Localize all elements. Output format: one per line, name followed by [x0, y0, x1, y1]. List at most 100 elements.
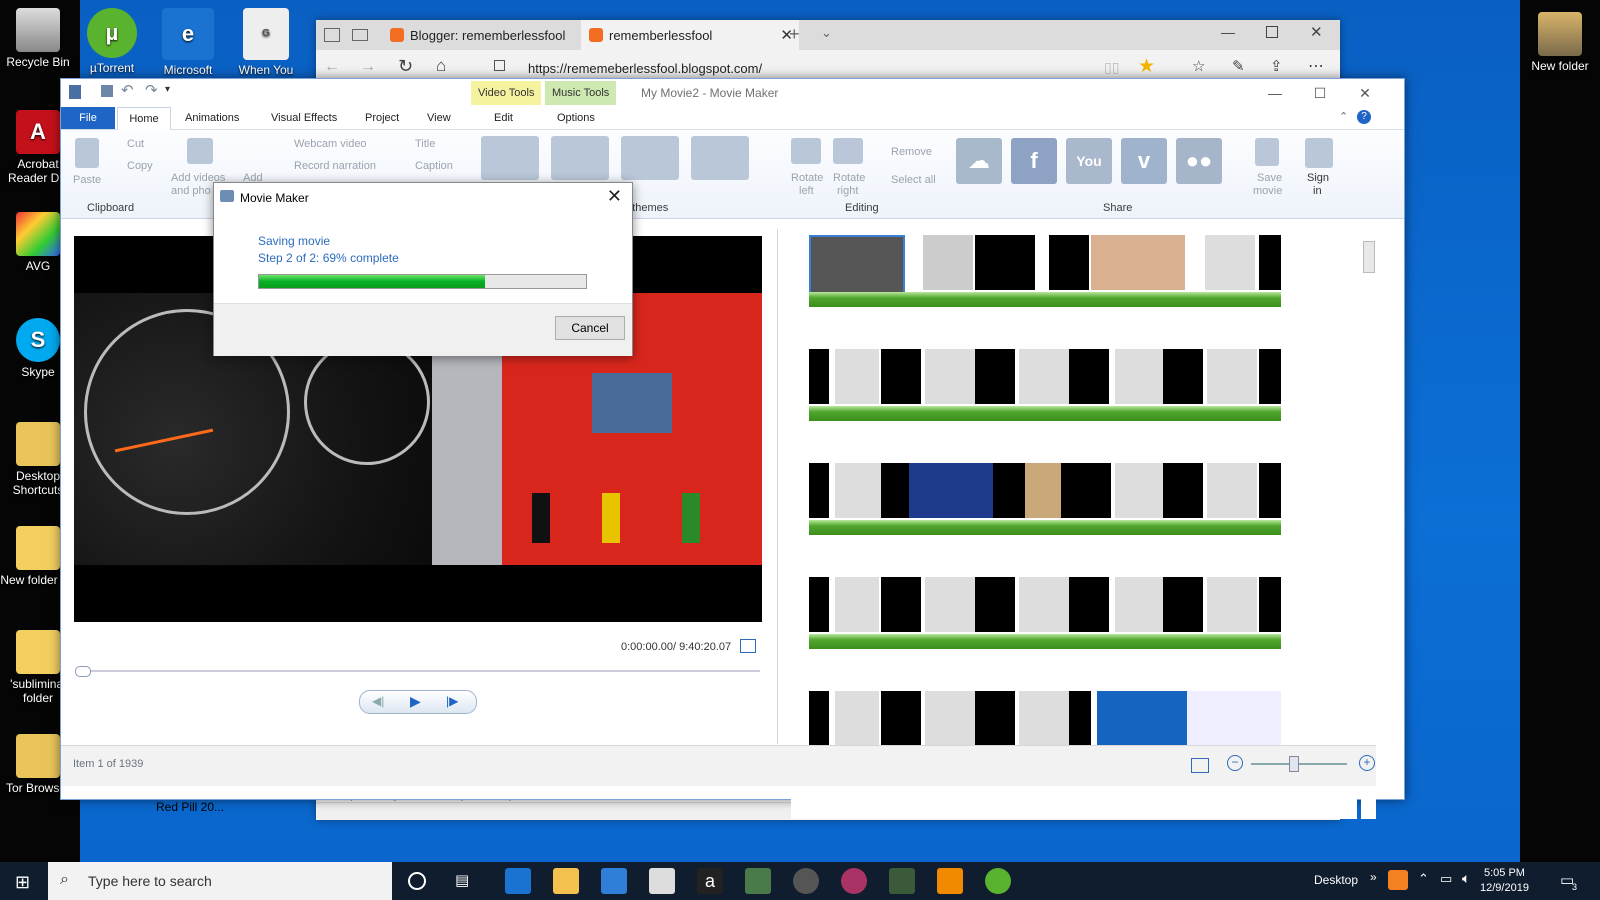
tab-options[interactable]: Options: [557, 107, 595, 129]
clip-thumbnail[interactable]: [881, 691, 921, 746]
clip-thumbnail[interactable]: [925, 349, 975, 404]
clip-thumbnail[interactable]: [1097, 691, 1187, 746]
clip-thumbnail[interactable]: [809, 691, 829, 746]
store-icon[interactable]: [601, 868, 627, 894]
storyboard[interactable]: [791, 229, 1357, 819]
movie-maker-taskbar-icon[interactable]: [889, 868, 915, 894]
theme-thumb-4[interactable]: [691, 136, 749, 180]
paste-icon[interactable]: [75, 138, 99, 168]
help-icon[interactable]: ?: [1357, 110, 1371, 124]
remove-button[interactable]: Remove: [891, 146, 932, 158]
tab-home[interactable]: Home: [117, 107, 171, 130]
storyboard-scrollbar[interactable]: [1361, 229, 1376, 819]
zoom-slider-thumb[interactable]: [1289, 756, 1299, 772]
clip-thumbnail[interactable]: [1207, 577, 1257, 632]
clip-thumbnail[interactable]: [1163, 577, 1203, 632]
select-all-button[interactable]: Select all: [891, 174, 936, 186]
clip-thumbnail[interactable]: [835, 349, 879, 404]
clip-thumbnail[interactable]: [975, 577, 1015, 632]
clip-thumbnail[interactable]: [1115, 463, 1163, 518]
save-icon[interactable]: [101, 85, 113, 97]
maximize-icon[interactable]: [1266, 26, 1278, 38]
theme-thumb-3[interactable]: [621, 136, 679, 180]
tab-rememberlessfool[interactable]: rememberlessfool ✕: [581, 20, 799, 50]
clip-thumbnail[interactable]: [809, 349, 829, 404]
quick-access-dropdown-icon[interactable]: ▾: [165, 84, 170, 95]
desktop-icon-new-folder[interactable]: New folder: [1522, 12, 1598, 73]
clip-thumbnail[interactable]: [1259, 463, 1281, 518]
rotate-right-button[interactable]: Rotate: [833, 172, 865, 184]
rotate-right-icon[interactable]: [833, 138, 863, 164]
clip-thumbnail[interactable]: [1259, 235, 1281, 290]
clip-thumbnail[interactable]: [881, 463, 909, 518]
scroll-thumb[interactable]: [1363, 241, 1375, 273]
back-icon[interactable]: ←: [324, 58, 340, 76]
webcam-app-icon[interactable]: [793, 868, 819, 894]
next-frame-icon[interactable]: |▶: [446, 694, 458, 708]
video-tools-tab[interactable]: Video Tools: [471, 81, 542, 105]
splitter[interactable]: [777, 229, 778, 744]
clip-thumbnail[interactable]: [909, 463, 993, 518]
close-icon[interactable]: ✕: [607, 186, 622, 207]
red-pill-label[interactable]: Red Pill 20...: [156, 800, 224, 814]
seek-thumb[interactable]: [75, 666, 91, 677]
thumbnail-size-icon[interactable]: [1191, 758, 1209, 773]
save-movie-icon[interactable]: [1255, 138, 1279, 166]
favorite-star-icon[interactable]: ★: [1138, 55, 1155, 78]
clip-thumbnail[interactable]: [1207, 463, 1257, 518]
clip-thumbnail[interactable]: [1091, 235, 1185, 290]
tab-visual-effects[interactable]: Visual Effects: [271, 107, 337, 129]
zoom-in-icon[interactable]: +: [1359, 755, 1375, 771]
clip-thumbnail[interactable]: [1019, 691, 1069, 746]
record-narration-button[interactable]: Record narration: [294, 160, 376, 172]
clip-thumbnail[interactable]: [881, 577, 921, 632]
close-icon[interactable]: ✕: [1310, 23, 1323, 41]
desktop-icon-when-you[interactable]: G When You: [228, 8, 304, 77]
maximize-icon[interactable]: ☐: [1306, 83, 1334, 103]
seek-bar[interactable]: [77, 670, 760, 672]
flickr-share-icon[interactable]: ●●: [1176, 138, 1222, 184]
chevron-icon[interactable]: »: [1370, 870, 1377, 884]
url-field[interactable]: https://rememeberlessfool.blogspot.com/: [528, 58, 958, 80]
minimize-icon[interactable]: —: [1261, 83, 1289, 103]
network-icon[interactable]: ▭: [1440, 871, 1452, 887]
fullscreen-icon[interactable]: [740, 639, 756, 653]
tab-actions-icon[interactable]: [324, 28, 340, 42]
cortana-icon[interactable]: [408, 872, 426, 890]
play-icon[interactable]: ▶: [410, 693, 421, 710]
amazon-icon[interactable]: a: [697, 868, 723, 894]
clip-thumbnail[interactable]: [1019, 349, 1069, 404]
undo-icon[interactable]: ↶: [121, 81, 134, 99]
share-icon[interactable]: ⇪: [1270, 57, 1283, 75]
forward-icon[interactable]: →: [360, 58, 376, 76]
clip-thumbnail[interactable]: [923, 235, 973, 290]
pen-icon[interactable]: ✎: [1232, 57, 1245, 75]
search-box[interactable]: ⌕ Type here to search: [48, 862, 392, 900]
clip-thumbnail[interactable]: [1163, 349, 1203, 404]
clip-thumbnail[interactable]: [1207, 349, 1257, 404]
tab-project[interactable]: Project: [365, 107, 399, 129]
desktop-icon-recycle-bin[interactable]: Recycle Bin: [0, 8, 76, 69]
zoom-out-icon[interactable]: −: [1227, 755, 1243, 771]
clip-thumbnail[interactable]: [1187, 691, 1281, 746]
clip-thumbnail[interactable]: [975, 691, 1015, 746]
edge-taskbar-icon[interactable]: [505, 868, 531, 894]
clip-thumbnail[interactable]: [975, 349, 1015, 404]
previous-frame-icon[interactable]: ◀|: [372, 694, 384, 708]
clip-thumbnail[interactable]: [1115, 349, 1163, 404]
vimeo-share-icon[interactable]: v: [1121, 138, 1167, 184]
clip-thumbnail[interactable]: [809, 463, 829, 518]
clip-thumbnail[interactable]: [1061, 463, 1111, 518]
new-tab-icon[interactable]: +: [789, 24, 800, 45]
facebook-share-icon[interactable]: f: [1011, 138, 1057, 184]
onedrive-share-icon[interactable]: ☁: [956, 138, 1002, 184]
tab-view[interactable]: View: [427, 107, 451, 129]
caption-button[interactable]: Caption: [415, 160, 453, 172]
copy-button[interactable]: Copy: [127, 160, 153, 172]
clip-thumbnail[interactable]: [835, 577, 879, 632]
clip-thumbnail[interactable]: [925, 577, 975, 632]
add-videos-icon[interactable]: [187, 138, 213, 164]
paste-button[interactable]: Paste: [73, 174, 101, 186]
clip-thumbnail[interactable]: [835, 691, 879, 746]
clip-thumbnail-selected[interactable]: [809, 235, 905, 294]
